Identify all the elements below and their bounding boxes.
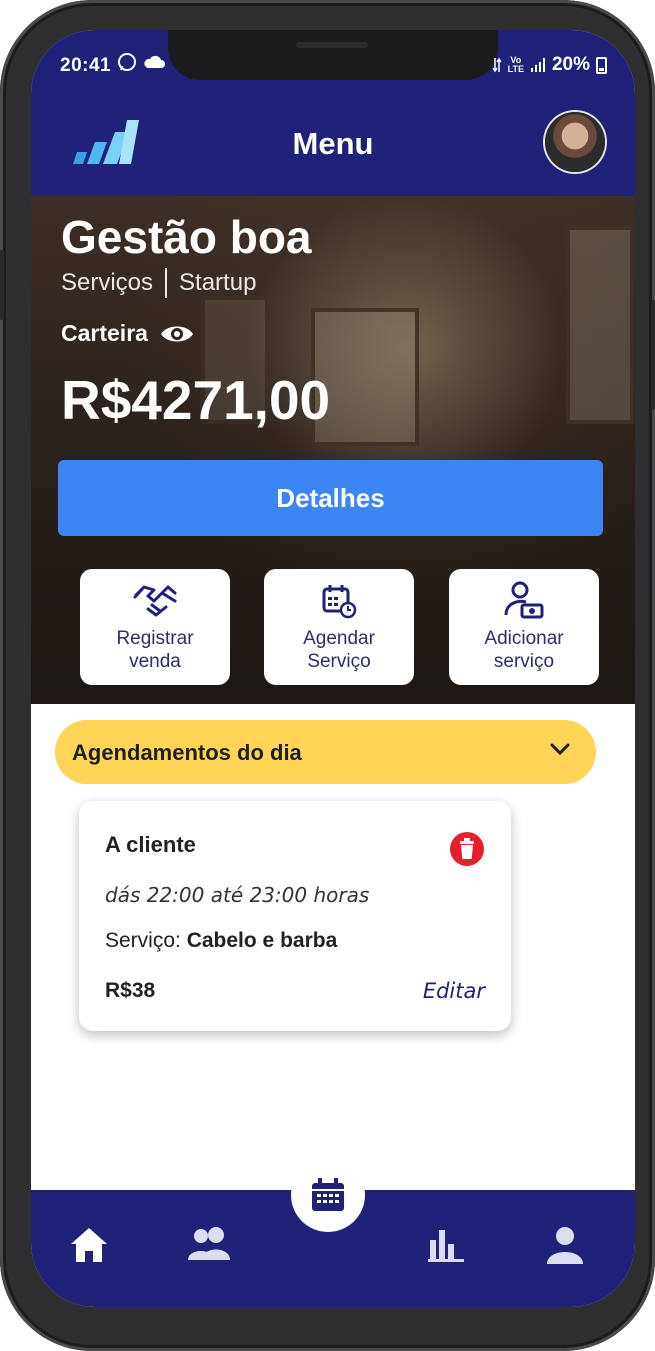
schedule-service-button[interactable]: Agendar Serviço: [264, 569, 414, 685]
camera-notch: [168, 30, 498, 80]
avatar[interactable]: [545, 112, 605, 172]
appointment-card: A cliente dás 22:00 até 23:00 horas Serv…: [79, 801, 511, 1031]
volume-button: [0, 250, 4, 320]
whatsapp-icon: [118, 53, 136, 71]
trash-icon[interactable]: [449, 831, 485, 867]
business-stage: Startup: [179, 269, 257, 296]
power-button: [651, 300, 655, 410]
daily-appointments-toggle[interactable]: Agendamentos do dia: [55, 720, 596, 784]
status-time: 20:41: [60, 55, 112, 76]
data-arrows-icon: [492, 57, 502, 73]
bottom-navigation: [31, 1158, 635, 1307]
agenda-title: Agendamentos do dia: [72, 740, 302, 765]
network-type: Vo LTE: [507, 55, 524, 74]
calendar-nav-button[interactable]: [291, 1158, 365, 1232]
appointment-time: dás 22:00 até 23:00 horas: [105, 883, 370, 907]
business-subtitle: Serviços Startup: [61, 268, 256, 298]
chevron-down-icon: [550, 743, 570, 756]
profile-icon[interactable]: [546, 1226, 584, 1264]
register-sale-button[interactable]: Registrar venda: [80, 569, 230, 685]
edit-appointment-link[interactable]: Editar: [423, 979, 485, 1003]
user-cash-icon: [504, 581, 544, 619]
battery-icon: [596, 56, 607, 74]
wallet-label: Carteira: [61, 320, 194, 347]
battery-percent: 20%: [551, 54, 590, 75]
divider: [165, 268, 168, 298]
details-button[interactable]: Detalhes: [58, 460, 603, 536]
background-window: [566, 226, 634, 424]
users-icon[interactable]: [186, 1226, 232, 1262]
wallet-balance: R$4271,00: [61, 369, 331, 431]
calendar-clock-icon: [322, 585, 357, 619]
calendar-icon: [312, 1178, 344, 1211]
status-bar: 20:41 Vo LTE 20%: [31, 30, 635, 98]
handshake-icon: [133, 585, 177, 617]
eye-icon[interactable]: [160, 323, 194, 345]
home-icon[interactable]: [69, 1226, 109, 1264]
cloud-icon: [144, 55, 165, 68]
add-service-button[interactable]: Adicionar serviço: [449, 569, 599, 685]
app-header: Menu: [31, 98, 635, 196]
signal-icon: [530, 58, 545, 72]
chart-icon[interactable]: [428, 1226, 464, 1262]
app-screen: 20:41 Vo LTE 20% Menu Gestão boa Serviço…: [31, 30, 635, 1307]
appointment-service: Serviço: Cabelo e barba: [105, 929, 338, 952]
business-hero: Gestão boa Serviços Startup Carteira R$4…: [31, 196, 635, 704]
business-name: Gestão boa: [61, 211, 312, 263]
appointment-price: R$38: [105, 979, 156, 1002]
business-category: Serviços: [61, 269, 154, 296]
appointment-client: A cliente: [105, 832, 196, 857]
